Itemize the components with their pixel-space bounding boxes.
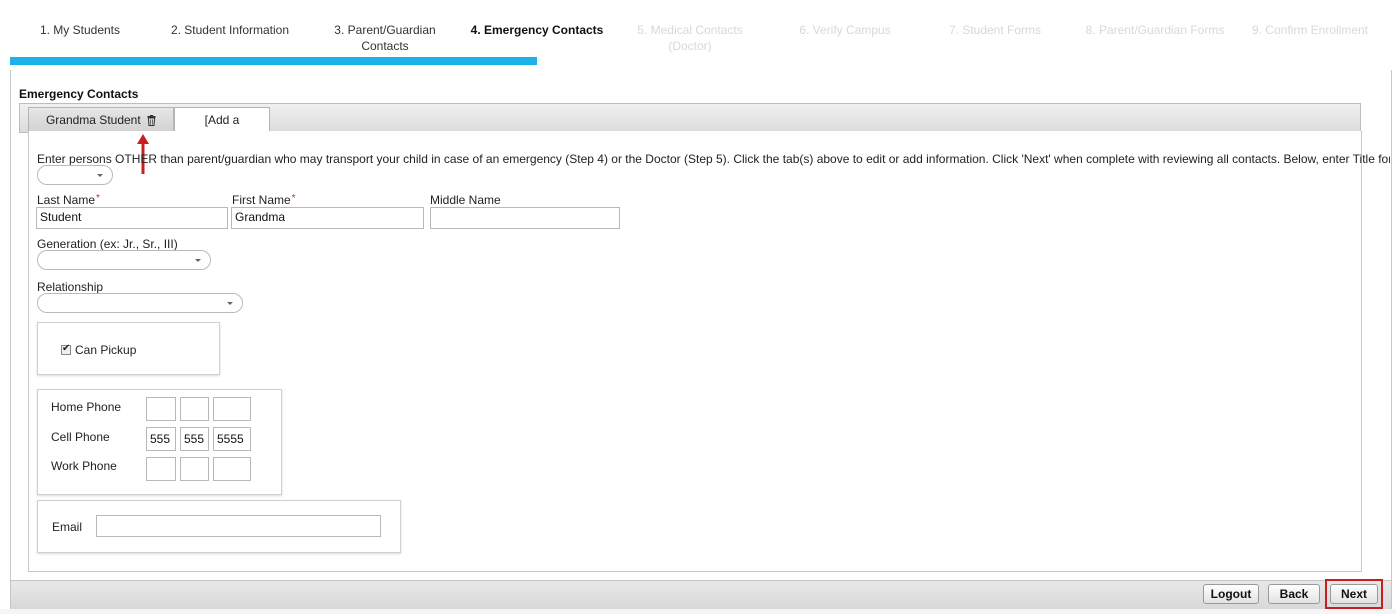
next-highlight-box	[1325, 579, 1383, 609]
generation-select[interactable]	[37, 250, 211, 270]
step-verify-campus: 6. Verify Campus	[799, 23, 891, 37]
bottom-edge	[0, 609, 1396, 614]
middle-name-label: Middle Name	[430, 193, 501, 207]
cell-phone-prefix[interactable]: 555	[180, 427, 209, 451]
can-pickup-checkbox[interactable]	[61, 343, 71, 355]
can-pickup-box: Can Pickup	[37, 322, 220, 375]
step-parent-guardian-contacts[interactable]: 3. Parent/Guardian Contacts	[325, 22, 445, 54]
first-name-input[interactable]: Grandma	[231, 207, 424, 229]
title-select[interactable]	[37, 165, 113, 185]
back-button[interactable]: Back	[1268, 584, 1320, 604]
chevron-down-icon	[97, 174, 103, 177]
contact-tabstrip: Grandma Student [Add a Contact]	[19, 103, 1361, 151]
footer-bar	[10, 580, 1392, 610]
step-medical-contacts: 5. Medical Contacts (Doctor)	[637, 23, 743, 53]
home-phone-area[interactable]	[146, 397, 176, 421]
chevron-down-icon	[227, 302, 233, 305]
chevron-down-icon	[195, 259, 201, 262]
tab-label: Grandma Student	[45, 113, 141, 127]
add-contact-tab[interactable]: [Add a Contact]	[174, 107, 270, 151]
generation-label: Generation (ex: Jr., Sr., III)	[37, 237, 178, 251]
email-box: Email	[37, 500, 401, 553]
email-label: Email	[52, 520, 83, 534]
work-phone-prefix[interactable]	[180, 457, 209, 481]
home-phone-line[interactable]	[213, 397, 251, 421]
middle-name-input[interactable]	[430, 207, 620, 229]
step-student-information[interactable]: 2. Student Information	[165, 22, 295, 38]
home-phone-label: Home Phone	[51, 400, 122, 414]
last-name-input[interactable]: Student	[36, 207, 228, 229]
step-parent-guardian-forms: 8. Parent/Guardian Forms	[1085, 23, 1225, 37]
home-phone-prefix[interactable]	[180, 397, 209, 421]
progress-fill	[10, 57, 537, 65]
cell-phone-line[interactable]: 5555	[213, 427, 251, 451]
last-name-label: Last Name*	[37, 193, 100, 207]
logout-button[interactable]: Logout	[1203, 584, 1259, 604]
relationship-label: Relationship	[37, 280, 104, 294]
instructions-text: Enter persons OTHER than parent/guardian…	[37, 152, 1390, 166]
step-my-students[interactable]: 1. My Students	[35, 22, 125, 38]
first-name-label: First Name*	[232, 193, 296, 207]
cell-phone-label: Cell Phone	[51, 430, 110, 444]
work-phone-line[interactable]	[213, 457, 251, 481]
relationship-select[interactable]	[37, 293, 243, 313]
phone-box: Home Phone Cell Phone 555 555 5555 Work …	[37, 389, 282, 495]
work-phone-label: Work Phone	[51, 459, 117, 473]
step-bar: 1. My Students 2. Student Information 3.…	[0, 0, 1396, 68]
email-input[interactable]	[96, 515, 381, 537]
work-phone-area[interactable]	[146, 457, 176, 481]
step-emergency-contacts[interactable]: 4. Emergency Contacts	[462, 22, 612, 38]
can-pickup-label: Can Pickup	[75, 343, 137, 357]
section-title: Emergency Contacts	[19, 87, 139, 101]
tab-grandma-student[interactable]: Grandma Student	[28, 107, 174, 132]
step-student-forms: 7. Student Forms	[948, 23, 1042, 37]
step-confirm-enrollment: 9. Confirm Enrollment	[1251, 23, 1369, 37]
cell-phone-area[interactable]: 555	[146, 427, 176, 451]
